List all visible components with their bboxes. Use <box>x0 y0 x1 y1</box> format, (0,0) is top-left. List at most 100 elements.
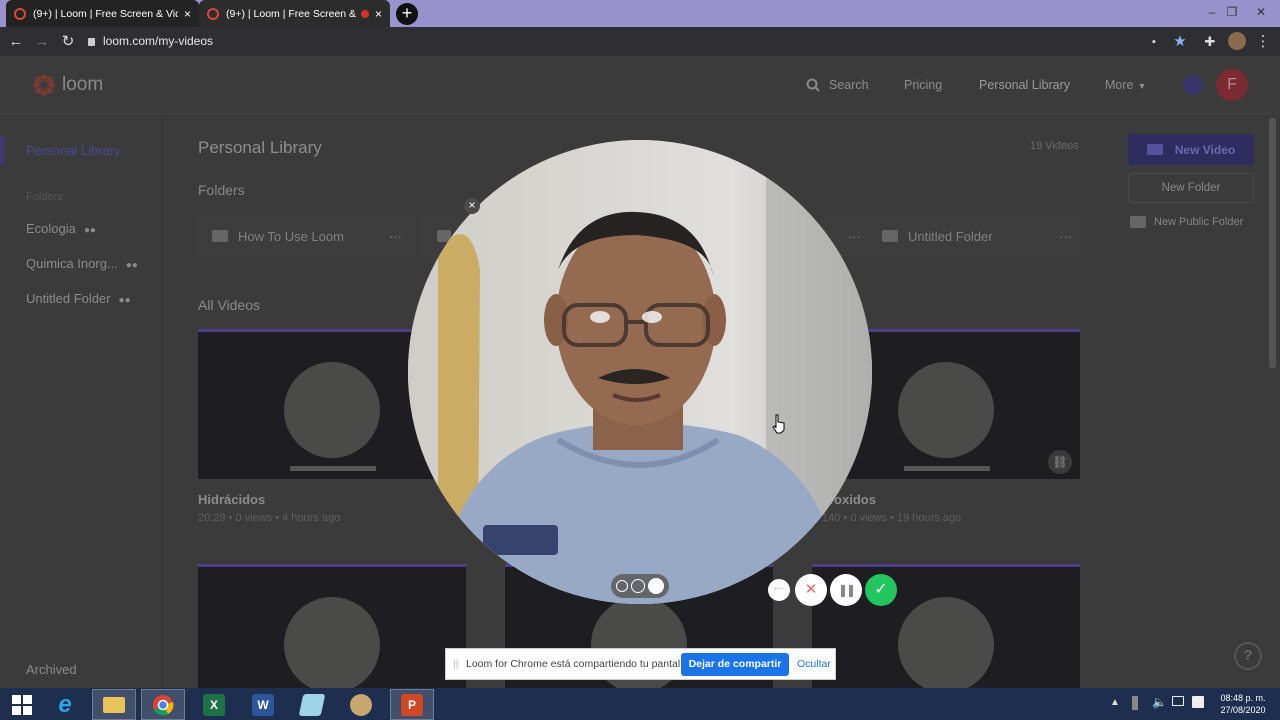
loom-favicon-icon <box>207 7 219 20</box>
video-meta: 20:29 • 0 views • 4 hours ago <box>198 512 341 524</box>
browser-tab-active[interactable]: (9+) | Loom | Free Screen & Vide × <box>6 0 199 27</box>
thumbnail-toolbar <box>290 466 376 471</box>
clock-time: 08:48 p. m. <box>1220 693 1266 703</box>
camera-size-selector[interactable] <box>611 574 669 598</box>
clock-date: 27/08/2020 <box>1220 705 1266 715</box>
notes-icon[interactable] <box>290 689 334 720</box>
size-large-icon[interactable] <box>648 578 664 594</box>
sidebar-item-ecologia[interactable]: Ecologia ●● <box>26 221 96 236</box>
start-button[interactable] <box>0 689 44 720</box>
bookmark-star-icon[interactable]: ★ <box>1170 32 1190 52</box>
more-menu[interactable]: More ▼ <box>1105 78 1146 92</box>
word-icon[interactable]: W <box>241 689 285 720</box>
lock-icon <box>88 38 95 46</box>
shared-folder-icon: ●● <box>118 295 131 306</box>
search-link[interactable]: Search <box>806 78 869 92</box>
close-bubble-button[interactable]: × <box>464 198 480 214</box>
close-window-button[interactable]: ✕ <box>1246 2 1276 22</box>
folder-menu-icon[interactable]: ··· <box>1059 229 1072 244</box>
pause-recording-button[interactable]: ❚❚ <box>830 574 862 606</box>
stop-sharing-button[interactable]: Dejar de compartir <box>681 653 789 676</box>
sidebar-item-personal-library[interactable]: Personal Library <box>26 143 121 158</box>
invite-users-icon[interactable] <box>1183 75 1203 95</box>
page-title: Personal Library <box>198 138 322 157</box>
video-meta: 140 • 0 views • 19 hours ago <box>822 512 962 524</box>
hide-link[interactable]: Ocultar <box>797 658 831 670</box>
volume-icon[interactable]: 🔈 <box>1152 695 1167 709</box>
new-tab-button[interactable]: + <box>396 3 418 25</box>
forward-icon[interactable]: → <box>32 32 52 52</box>
loom-logo[interactable]: loom <box>32 73 103 97</box>
screen-share-banner: || Loom for Chrome está compartiendo tu … <box>445 648 836 680</box>
extensions-icon[interactable]: ✚ <box>1200 32 1220 52</box>
powerpoint-icon[interactable]: P <box>390 689 434 720</box>
share-message: Loom for Chrome está compartiendo tu pan… <box>466 658 692 670</box>
size-medium-icon[interactable] <box>631 579 645 593</box>
thumbnail-face <box>898 362 994 458</box>
sidebar-item-archived[interactable]: Archived <box>26 662 77 677</box>
finish-recording-button[interactable]: ✓ <box>865 574 897 606</box>
profile-avatar[interactable] <box>1228 32 1246 50</box>
browser-toolbar: ← → ↻ loom.com/my-videos ▪ ★ ✚ ⋮ <box>0 27 1280 56</box>
pricing-link[interactable]: Pricing <box>904 78 942 92</box>
video-title[interactable]: Hidrácidos <box>198 492 265 507</box>
tab-title: (9+) | Loom | Free Screen & \ <box>226 7 357 20</box>
folder-menu-icon[interactable]: ··· <box>389 229 402 244</box>
network-icon[interactable] <box>1172 696 1184 706</box>
browser-tab[interactable]: (9+) | Loom | Free Screen & \ × <box>199 0 390 27</box>
excel-icon[interactable]: X <box>192 689 236 720</box>
search-icon <box>806 78 820 92</box>
new-video-button[interactable]: New Video <box>1128 134 1254 165</box>
thumbnail-toolbar <box>904 466 990 471</box>
system-clock[interactable]: 08:48 p. m. 27/08/2020 <box>1213 692 1273 716</box>
reload-icon[interactable]: ↻ <box>58 32 78 52</box>
new-public-folder-button[interactable]: New Public Folder <box>1130 216 1243 228</box>
back-icon[interactable]: ← <box>6 32 26 52</box>
hand-cursor-icon <box>772 414 785 434</box>
help-button[interactable]: ? <box>1234 642 1262 670</box>
drag-handle-icon[interactable]: || <box>453 658 458 670</box>
new-folder-button[interactable]: New Folder <box>1128 173 1254 203</box>
restore-button[interactable]: ❐ <box>1221 2 1243 22</box>
folder-menu-icon[interactable]: ··· <box>848 229 861 244</box>
internet-explorer-icon[interactable]: e <box>43 689 87 720</box>
recorder-more-button[interactable]: ··· <box>768 579 790 601</box>
menu-icon[interactable]: ⋮ <box>1253 32 1273 52</box>
file-explorer-icon[interactable] <box>92 689 136 720</box>
chrome-icon[interactable] <box>141 689 185 720</box>
copy-link-icon[interactable]: ⛓ <box>1048 450 1072 474</box>
video-thumbnail[interactable] <box>198 564 466 688</box>
address-bar[interactable]: loom.com/my-videos <box>88 30 1188 53</box>
shared-folder-icon: ●● <box>83 225 96 236</box>
page-scrollbar[interactable] <box>1269 118 1276 368</box>
action-center-icon[interactable] <box>1192 696 1204 708</box>
folder-card[interactable]: How To Use Loom ··· <box>198 216 416 256</box>
battery-icon[interactable] <box>1132 696 1138 710</box>
shared-folder-icon <box>882 230 898 242</box>
sidebar-item-untitled-folder[interactable]: Untitled Folder ●● <box>26 291 131 306</box>
thumbnail-face <box>284 597 380 688</box>
app-header: loom Search Pricing Personal Library Mor… <box>0 56 1280 114</box>
thumbnail-face <box>898 597 994 688</box>
show-hidden-icons[interactable]: ▲ <box>1110 697 1120 708</box>
tab-close-icon[interactable]: × <box>375 7 382 21</box>
camera-icon[interactable]: ▪ <box>1144 32 1164 52</box>
shared-folder-icon: ●● <box>125 260 138 271</box>
folder-card[interactable]: Untitled Folder ··· <box>868 216 1086 256</box>
user-avatar[interactable]: F <box>1216 69 1248 101</box>
cancel-recording-button[interactable]: ✕ <box>795 574 827 606</box>
sidebar: Personal Library Folders Ecologia ●● Quim… <box>0 114 163 688</box>
tab-close-icon[interactable]: × <box>184 7 191 21</box>
size-small-icon[interactable] <box>616 580 628 592</box>
url-text: loom.com/my-videos <box>103 34 214 48</box>
personal-library-link[interactable]: Personal Library <box>979 78 1070 92</box>
logo-text: loom <box>62 74 104 95</box>
paint-icon[interactable] <box>339 689 383 720</box>
all-videos-heading: All Videos <box>198 297 261 313</box>
minimize-button[interactable]: – <box>1201 2 1223 22</box>
thumbnail-face <box>284 362 380 458</box>
video-count: 19 Videos <box>1030 140 1079 152</box>
caret-down-icon: ▼ <box>1137 81 1147 91</box>
sidebar-item-quimica[interactable]: Quimica Inorg... ●● <box>26 256 138 271</box>
windows-taskbar: e X W P ▲ 🔈 08:48 p. m. 27/08/2020 <box>0 688 1280 720</box>
